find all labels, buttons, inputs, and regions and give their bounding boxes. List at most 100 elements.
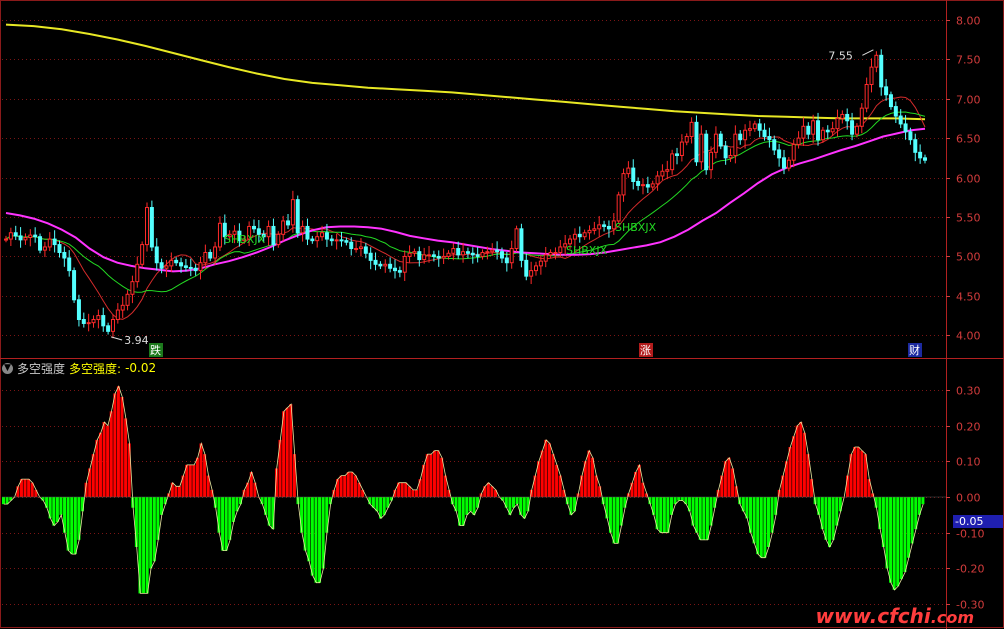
- indicator-bar: [483, 486, 487, 497]
- candle-body: [86, 322, 91, 325]
- indicator-bar: [795, 425, 799, 497]
- indicator-bar: [23, 479, 27, 497]
- candle-body: [392, 267, 397, 272]
- candle-body: [188, 266, 193, 269]
- candle-body: [757, 123, 762, 131]
- candle-body: [587, 229, 592, 234]
- marker-up: 涨: [640, 344, 651, 357]
- candle-body: [524, 259, 529, 277]
- indicator-bar: [547, 443, 551, 497]
- indicator-bar: [899, 497, 903, 580]
- indicator-bar: [630, 482, 634, 497]
- signal-label: SHBXJX: [615, 221, 657, 234]
- indicator-bar: [792, 436, 796, 497]
- candle-body: [339, 239, 344, 242]
- indicator-bar: [885, 497, 889, 569]
- indicator-bar: [544, 439, 548, 497]
- indicator-bar: [759, 497, 763, 558]
- indicator-bar: [192, 464, 196, 497]
- candle-body: [480, 251, 485, 257]
- candle-body: [164, 265, 169, 269]
- indicator-bar: [907, 497, 911, 558]
- indicator-bar: [124, 418, 128, 497]
- indicator-bar: [382, 497, 386, 515]
- low-price-label: 3.94: [124, 334, 149, 347]
- candle-body: [140, 244, 145, 265]
- indicator-bar: [860, 450, 864, 497]
- candle-body: [699, 133, 704, 163]
- candle-body: [251, 225, 256, 230]
- candle-body: [918, 151, 923, 159]
- candle-body: [154, 246, 159, 264]
- candle-body: [845, 113, 850, 122]
- indicator-bar: [231, 497, 235, 522]
- candle-body: [203, 251, 208, 264]
- candle-body: [334, 239, 339, 242]
- high-price-label: 7.55: [828, 49, 853, 62]
- indicator-bar: [856, 447, 860, 497]
- candle-body: [553, 251, 558, 254]
- indicator-bar: [102, 422, 106, 497]
- price-axis-tick-label: 6.50: [956, 133, 981, 146]
- indicator-bar: [677, 497, 681, 501]
- indicator-bar: [465, 497, 469, 515]
- candle-body: [859, 107, 864, 127]
- candle-body: [495, 249, 500, 253]
- indicator-axis-tick-label: 0.00: [956, 492, 981, 505]
- indicator-bar: [45, 497, 49, 508]
- candle-body: [213, 246, 218, 259]
- candle-body: [650, 183, 655, 188]
- indicator-bar: [519, 497, 523, 515]
- candle-body: [106, 325, 111, 332]
- candle-body: [52, 238, 57, 246]
- candle-body: [402, 255, 407, 273]
- indicator-bar: [705, 497, 709, 540]
- indicator-bar: [217, 497, 221, 533]
- candle-body: [879, 54, 884, 88]
- candle-body: [718, 133, 723, 147]
- candle-body: [198, 262, 203, 272]
- candle-body: [786, 159, 791, 169]
- indicator-bar: [120, 397, 124, 497]
- candle-body: [548, 251, 553, 256]
- indicator-bar: [490, 486, 494, 497]
- price-axis-tick-label: 4.50: [956, 291, 981, 304]
- indicator-bar: [853, 447, 857, 497]
- candle-body: [324, 232, 329, 240]
- candle-body: [451, 248, 456, 254]
- indicator-bar: [70, 497, 74, 555]
- indicator-bar: [404, 482, 408, 497]
- indicator-bar: [799, 422, 803, 497]
- candle-body: [811, 120, 816, 135]
- indicator-bar: [224, 497, 228, 551]
- indicator-axis-tick-label: 0.20: [956, 421, 981, 434]
- candle-body: [101, 315, 106, 327]
- price-axis-tick-label: 7.00: [956, 94, 981, 107]
- candle-body: [616, 194, 621, 222]
- candle-body: [135, 263, 140, 283]
- candle-body: [217, 222, 222, 248]
- indicator-bar: [461, 497, 465, 526]
- candle-body: [174, 259, 179, 264]
- candle-body: [427, 254, 432, 257]
- candle-body: [830, 128, 835, 133]
- indicator-bar: [188, 464, 192, 497]
- marker-fin: 财: [909, 343, 920, 357]
- indicator-bar: [766, 497, 770, 547]
- indicator-series-label: 多空强度:: [69, 361, 122, 376]
- candle-body: [864, 83, 869, 109]
- indicator-bar: [116, 386, 120, 497]
- indicator-bar: [695, 497, 699, 533]
- candle-body: [305, 225, 310, 240]
- candle-body: [465, 251, 470, 254]
- indicator-bar: [228, 497, 232, 540]
- ma-fast-green-line: [5, 111, 926, 293]
- indicator-bar: [612, 497, 616, 544]
- candle-body: [378, 263, 383, 267]
- chevron-down-icon[interactable]: ▼: [2, 362, 13, 374]
- candle-body: [519, 228, 524, 261]
- indicator-bar: [781, 475, 785, 497]
- candle-body: [115, 309, 120, 321]
- candle-body: [47, 238, 52, 248]
- candle-body: [840, 113, 845, 119]
